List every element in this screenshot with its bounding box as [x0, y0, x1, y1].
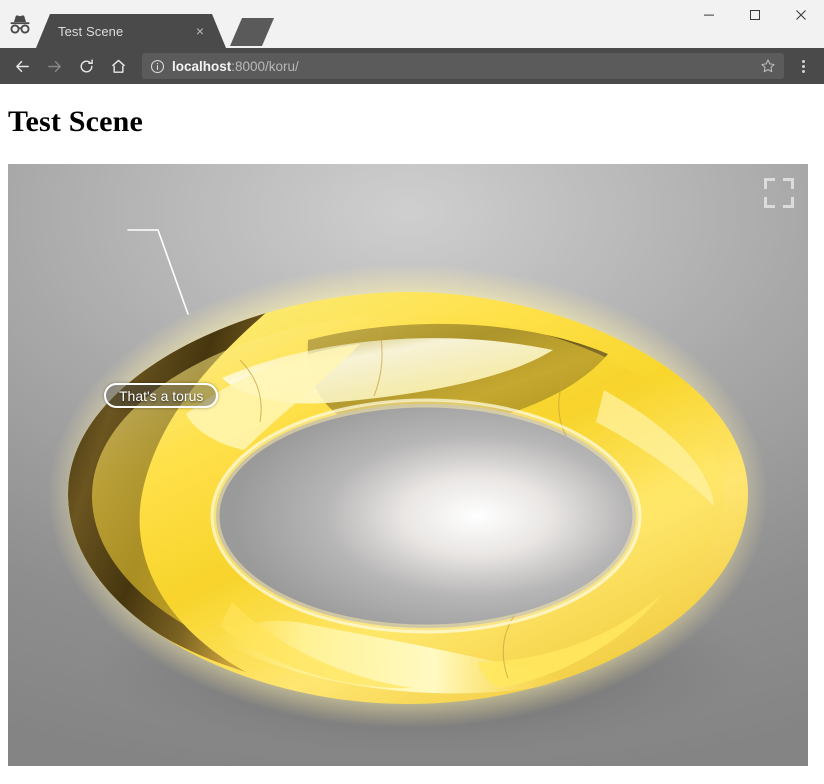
- annotation-pill[interactable]: That's a torus: [104, 383, 218, 408]
- annotation-label: That's a torus: [119, 388, 203, 404]
- fullscreen-corner-tr: [783, 178, 794, 189]
- tab-close-icon[interactable]: ×: [192, 23, 208, 39]
- three-dot-menu-icon[interactable]: [790, 52, 816, 80]
- bookmark-star-icon[interactable]: [758, 56, 778, 76]
- address-bar-url: localhost:8000/koru/: [172, 59, 758, 74]
- fullscreen-corner-bl: [764, 197, 775, 208]
- annotation-leader-line: [128, 230, 188, 314]
- back-arrow-icon[interactable]: [8, 52, 36, 80]
- url-path: :8000/koru/: [231, 59, 299, 74]
- fullscreen-icon[interactable]: [764, 178, 794, 208]
- page-title: Test Scene: [0, 84, 824, 139]
- browser-toolbar: localhost:8000/koru/: [0, 48, 824, 84]
- menu-dot: [802, 70, 805, 73]
- menu-dot: [802, 60, 805, 63]
- maximize-button[interactable]: [732, 0, 778, 30]
- menu-dot: [802, 65, 805, 68]
- incognito-icon: [0, 0, 40, 48]
- fullscreen-corner-br: [783, 197, 794, 208]
- webgl-viewport[interactable]: That's a torus: [8, 164, 808, 766]
- address-bar[interactable]: localhost:8000/koru/: [142, 53, 784, 79]
- page-content: Test Scene: [0, 84, 824, 784]
- home-icon[interactable]: [104, 52, 132, 80]
- info-circle-icon[interactable]: [148, 57, 166, 75]
- fullscreen-corner-tl: [764, 178, 775, 189]
- minimize-button[interactable]: [686, 0, 732, 30]
- close-button[interactable]: [778, 0, 824, 30]
- browser-tab[interactable]: Test Scene ×: [36, 14, 226, 48]
- reload-icon[interactable]: [72, 52, 100, 80]
- tab-title: Test Scene: [58, 24, 123, 39]
- torus-render: [8, 164, 808, 766]
- forward-arrow-icon: [40, 52, 68, 80]
- url-host: localhost: [172, 59, 231, 74]
- window-controls: [686, 0, 824, 30]
- new-tab-button[interactable]: [230, 18, 274, 46]
- browser-tab-strip: Test Scene ×: [0, 0, 824, 48]
